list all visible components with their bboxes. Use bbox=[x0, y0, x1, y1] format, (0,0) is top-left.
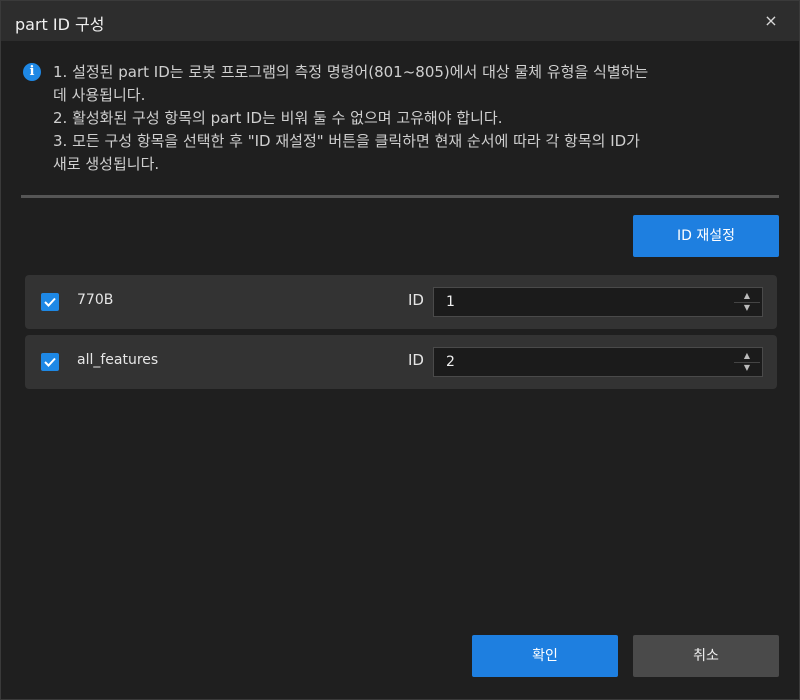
chevron-up-icon: ▲ bbox=[743, 351, 751, 360]
id-label: ID bbox=[408, 351, 424, 369]
close-icon: × bbox=[764, 11, 778, 30]
reset-id-button[interactable]: ID 재설정 bbox=[633, 215, 779, 257]
close-button[interactable]: × bbox=[761, 11, 781, 31]
item-name: all_features bbox=[77, 352, 159, 368]
info-icon: i bbox=[23, 63, 41, 81]
info-line: 2. 활성화된 구성 항목의 part ID는 비워 둘 수 없으며 고유해야 … bbox=[53, 109, 503, 127]
item-name: 770B bbox=[77, 292, 114, 308]
chevron-up-icon: ▲ bbox=[743, 291, 751, 300]
info-message: 1. 설정된 part ID는 로봇 프로그램의 측정 명령어(801~805)… bbox=[53, 61, 773, 176]
part-item-row: all_features ID 2 ▲ ▼ bbox=[25, 335, 777, 389]
spin-down-button[interactable]: ▼ bbox=[734, 302, 760, 314]
part-id-config-dialog: part ID 구성 × i 1. 설정된 part ID는 로봇 프로그램의 … bbox=[0, 0, 800, 700]
part-item-row: 770B ID 1 ▲ ▼ bbox=[25, 275, 777, 329]
info-line: 새로 생성됩니다. bbox=[53, 155, 160, 173]
id-value[interactable]: 2 bbox=[446, 354, 455, 370]
info-line: 데 사용됩니다. bbox=[53, 86, 146, 104]
id-value[interactable]: 1 bbox=[446, 294, 455, 310]
info-line: 3. 모든 구성 항목을 선택한 후 "ID 재설정" 버튼을 클릭하면 현재 … bbox=[53, 132, 640, 150]
id-spinbox[interactable]: 2 ▲ ▼ bbox=[433, 347, 763, 377]
cancel-button[interactable]: 취소 bbox=[633, 635, 779, 677]
divider bbox=[21, 195, 779, 198]
spin-buttons: ▲ ▼ bbox=[734, 290, 760, 314]
id-label: ID bbox=[408, 291, 424, 309]
title-bar: part ID 구성 × bbox=[1, 1, 799, 41]
spin-buttons: ▲ ▼ bbox=[734, 350, 760, 374]
item-checkbox[interactable] bbox=[41, 293, 59, 311]
info-line: 1. 설정된 part ID는 로봇 프로그램의 측정 명령어(801~805)… bbox=[53, 63, 649, 81]
checkmark-icon bbox=[44, 357, 56, 367]
checkmark-icon bbox=[44, 297, 56, 307]
spin-down-button[interactable]: ▼ bbox=[734, 362, 760, 374]
chevron-down-icon: ▼ bbox=[743, 363, 751, 372]
id-spinbox[interactable]: 1 ▲ ▼ bbox=[433, 287, 763, 317]
ok-button[interactable]: 확인 bbox=[472, 635, 618, 677]
chevron-down-icon: ▼ bbox=[743, 303, 751, 312]
dialog-title: part ID 구성 bbox=[15, 15, 105, 34]
item-checkbox[interactable] bbox=[41, 353, 59, 371]
